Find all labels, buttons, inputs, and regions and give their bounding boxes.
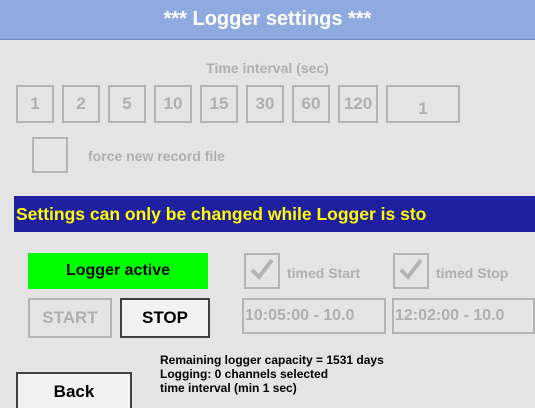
interval-button-2[interactable]: 2: [62, 85, 100, 123]
warning-banner: Settings can only be changed while Logge…: [14, 196, 535, 232]
timed-start-label: timed Start: [287, 265, 361, 281]
force-new-record-label: force new record file: [88, 148, 225, 164]
interval-label: 15: [209, 94, 229, 113]
timed-start-checkbox[interactable]: [244, 253, 280, 289]
start-button[interactable]: START: [28, 298, 112, 338]
interval-button-60[interactable]: 60: [292, 85, 330, 123]
interval-button-10[interactable]: 10: [154, 85, 192, 123]
back-label: Back: [53, 382, 95, 401]
interval-text: time interval (min 1 sec): [160, 381, 297, 395]
timed-stop-checkbox[interactable]: [393, 253, 429, 289]
check-icon: [249, 256, 275, 287]
start-time-field[interactable]: 10:05:00 - 10.0: [242, 298, 386, 334]
interval-label: 5: [122, 94, 132, 113]
interval-label: 60: [301, 94, 321, 113]
custom-interval-value: 1: [418, 99, 428, 118]
interval-button-1[interactable]: 1: [16, 85, 54, 123]
stop-button[interactable]: STOP: [120, 298, 210, 338]
logger-status-badge: Logger active: [28, 253, 208, 289]
channels-text: Logging: 0 channels selected: [160, 367, 329, 381]
interval-button-15[interactable]: 15: [200, 85, 238, 123]
back-button[interactable]: Back: [16, 372, 132, 408]
interval-button-120[interactable]: 120: [338, 85, 378, 123]
stop-label: STOP: [142, 308, 188, 327]
time-interval-label: Time interval (sec): [206, 60, 329, 76]
interval-label: 120: [343, 94, 373, 113]
interval-button-30[interactable]: 30: [246, 85, 284, 123]
custom-interval-field[interactable]: 1: [386, 85, 460, 123]
check-icon: [398, 256, 424, 287]
interval-label: 10: [163, 94, 183, 113]
timed-stop-label: timed Stop: [436, 265, 509, 281]
interval-button-5[interactable]: 5: [108, 85, 146, 123]
interval-label: 2: [76, 94, 86, 113]
start-label: START: [42, 308, 98, 327]
interval-label: 30: [255, 94, 275, 113]
force-new-record-checkbox[interactable]: [32, 137, 68, 173]
window-title: *** Logger settings ***: [0, 0, 535, 40]
capacity-text: Remaining logger capacity = 1531 days: [160, 353, 384, 367]
interval-label: 1: [30, 94, 40, 113]
stop-time-field[interactable]: 12:02:00 - 10.0: [392, 298, 535, 334]
logger-info: Remaining logger capacity = 1531 days Lo…: [160, 353, 384, 395]
